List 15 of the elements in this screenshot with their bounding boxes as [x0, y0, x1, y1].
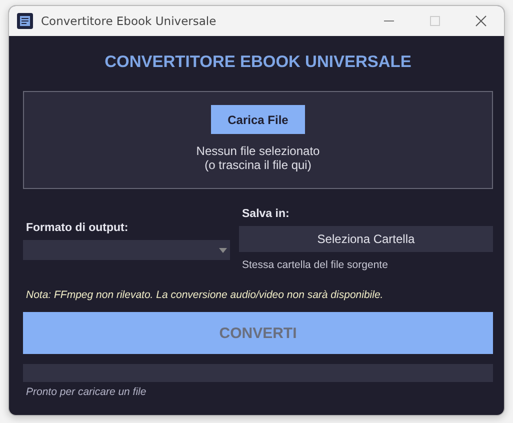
select-folder-button[interactable]: Seleziona Cartella — [239, 226, 493, 252]
file-status: Nessun file selezionato — [196, 144, 320, 158]
drop-zone[interactable]: Carica File Nessun file selezionato (o trascina il file qui) — [23, 91, 493, 189]
output-format-label: Formato di output: — [25, 222, 130, 234]
format-dropdown[interactable] — [23, 240, 230, 260]
app-icon — [17, 13, 33, 29]
caret-icon — [219, 248, 227, 252]
drop-hint: (o trascina il file qui) — [204, 158, 312, 172]
ffmpeg-note: Nota: FFmpeg non rilevato. La conversione audio/video non sarà disponibile. — [25, 289, 384, 301]
destination-text: Stessa cartella del file sorgente — [241, 259, 389, 271]
status-text: Pronto per caricare un file — [25, 386, 148, 398]
save-in-label: Salva in: — [241, 208, 290, 220]
app-heading: CONVERTITORE EBOOK UNIVERSALE — [104, 53, 412, 73]
load-file-button[interactable]: Carica File — [211, 105, 305, 134]
window-title: Convertitore Ebook Universale — [41, 14, 218, 28]
